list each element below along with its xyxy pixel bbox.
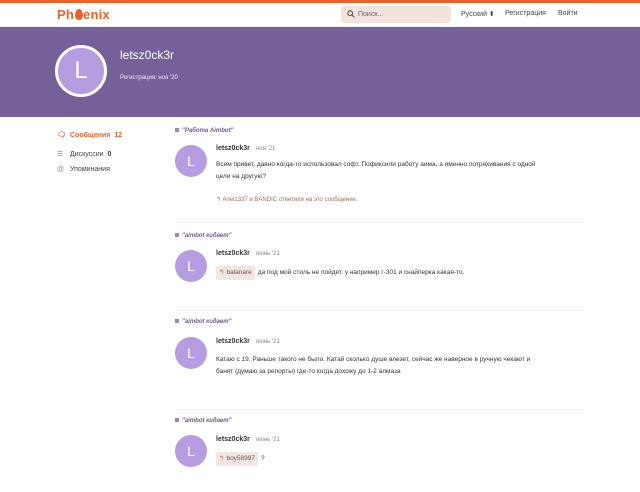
sidebar-item-discussions[interactable]: ☰ Дискуссии 0 bbox=[57, 150, 111, 158]
profile-avatar: L bbox=[55, 45, 107, 97]
language-selector[interactable]: Русский ⬍ bbox=[461, 10, 495, 18]
post-thread-title[interactable]: "aimbot кидает" bbox=[175, 418, 231, 424]
post-date[interactable]: июнь '21 bbox=[256, 339, 280, 345]
post-text-line: ? bbox=[261, 455, 265, 462]
sidebar-item-label: Сообщения bbox=[70, 132, 111, 139]
logo-text-start: Ph bbox=[57, 7, 75, 22]
post-avatar[interactable]: L bbox=[175, 337, 207, 369]
post-divider bbox=[175, 409, 585, 410]
post-body: Катаю с 19. Раньше такого не было. Катай… bbox=[216, 354, 596, 378]
post-body: ↰ balanare да под мой стиль не пойдет. у н… bbox=[216, 266, 596, 280]
sidebar-item-posts[interactable]: 🗨︎ Сообщения 12 bbox=[57, 131, 122, 139]
mention-text: balanare bbox=[226, 269, 252, 276]
post-author[interactable]: letsz0ck3r bbox=[216, 338, 250, 345]
register-link[interactable]: Регистрация bbox=[505, 10, 546, 17]
post-date[interactable]: ноя '21 bbox=[256, 146, 275, 152]
sidebar-item-label: Упоминания bbox=[70, 166, 110, 173]
post-divider bbox=[175, 310, 585, 311]
thread-square-icon bbox=[175, 319, 179, 323]
thread-square-icon bbox=[175, 233, 179, 237]
login-link[interactable]: Войти bbox=[558, 10, 578, 17]
list-icon: ☰ bbox=[57, 151, 64, 158]
post-avatar[interactable]: L bbox=[175, 435, 207, 467]
post-text-line: цели на другую? bbox=[216, 173, 266, 180]
post-replies[interactable]: ↰ Ariel1337 и BANDIC ответили на это соо… bbox=[216, 196, 358, 203]
site-logo[interactable]: Ph enix bbox=[57, 7, 110, 22]
post-date[interactable]: июнь '21 bbox=[256, 437, 280, 443]
post-thread-title[interactable]: "aimbot кидает" bbox=[175, 319, 231, 325]
registration-date: Регистрация: ноя '20 bbox=[120, 75, 178, 81]
sidebar-item-label: Дискуссии bbox=[70, 151, 104, 158]
thread-square-icon bbox=[175, 418, 179, 422]
search-input[interactable] bbox=[358, 8, 446, 21]
post-avatar[interactable]: L bbox=[175, 250, 207, 282]
post-thread-title[interactable]: "Работа Aimbot" bbox=[175, 128, 233, 134]
thread-title-text: "aimbot кидает" bbox=[182, 233, 232, 239]
quoted-user-mention[interactable]: ↰ balanare bbox=[216, 266, 255, 280]
search-icon bbox=[347, 10, 355, 18]
post-text-line: да под мой стиль не пойдет. у например г… bbox=[257, 269, 465, 276]
thread-title-text: "Работа Aimbot" bbox=[182, 128, 234, 134]
thread-square-icon bbox=[175, 128, 179, 132]
post-text-line: Всем привет, давно когда-то использовал … bbox=[216, 161, 536, 168]
search-box[interactable] bbox=[341, 6, 451, 23]
post-avatar[interactable]: L bbox=[175, 145, 207, 177]
post-divider bbox=[175, 222, 585, 223]
thread-title-text: "aimbot кидает" bbox=[182, 418, 232, 424]
sidebar-item-count: 0 bbox=[107, 151, 112, 158]
post-author[interactable]: letsz0ck3r bbox=[216, 436, 250, 443]
post-text-line: Катаю с 19. Раньше такого не было. Катай… bbox=[216, 356, 531, 363]
at-sign-icon: @ bbox=[57, 166, 65, 173]
post-body: Всем привет, давно когда-то использовал … bbox=[216, 159, 596, 183]
logo-text-end: enix bbox=[83, 7, 110, 22]
replies-text: Ariel1337 и BANDIC ответили на это сообщ… bbox=[222, 197, 358, 203]
profile-username: letsz0ck3r bbox=[120, 48, 175, 62]
post-thread-title[interactable]: "aimbot кидает" bbox=[175, 233, 231, 239]
post-body: ↰ boy58997? bbox=[216, 452, 596, 466]
post-author[interactable]: letsz0ck3r bbox=[216, 145, 250, 152]
site-header: Phenix Русский ⬍ Регистрация Войти bbox=[0, 3, 640, 27]
post-text-line: банят (думаю за репорты) где-то когда до… bbox=[216, 368, 401, 375]
mention-text: boy58997 bbox=[226, 455, 256, 462]
quoted-user-mention[interactable]: ↰ boy58997 bbox=[216, 452, 259, 466]
sidebar-item-mentions[interactable]: @ Упоминания bbox=[57, 166, 110, 173]
post-date[interactable]: июнь '21 bbox=[256, 251, 280, 257]
reply-arrow-icon: ↰ bbox=[219, 269, 225, 276]
flame-icon bbox=[74, 9, 83, 20]
reply-arrow-icon: ↰ bbox=[219, 455, 225, 462]
thread-title-text: "aimbot кидает" bbox=[182, 319, 232, 325]
sidebar-item-count: 12 bbox=[114, 132, 123, 139]
chat-bubble-icon: 🗨︎ bbox=[57, 132, 66, 139]
post-author[interactable]: letsz0ck3r bbox=[216, 250, 250, 257]
